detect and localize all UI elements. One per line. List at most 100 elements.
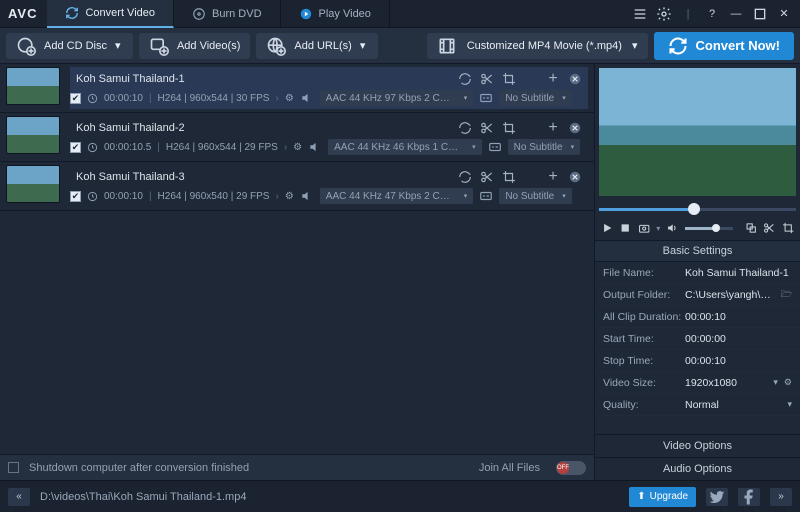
filename-value[interactable]: Koh Samui Thailand-1 xyxy=(685,267,792,279)
video-options-button[interactable]: Video Options xyxy=(595,434,800,457)
chevron-down-icon: ▾ xyxy=(571,143,575,151)
loop-icon[interactable] xyxy=(458,121,472,135)
crop-icon[interactable] xyxy=(502,170,516,184)
app-logo: AVC xyxy=(8,6,37,21)
scissors-icon[interactable] xyxy=(480,72,494,86)
effects-icon[interactable]: ⚙ xyxy=(285,191,294,202)
status-path: D:\videos\Thai\Koh Samui Thailand-1.mp4 xyxy=(40,491,246,503)
shutdown-label: Shutdown computer after conversion finis… xyxy=(29,462,249,474)
video-title: Koh Samui Thailand-2 xyxy=(76,122,185,134)
join-toggle[interactable]: OFF xyxy=(556,461,586,475)
plus-icon[interactable]: + xyxy=(546,121,560,135)
chevron-down-icon[interactable]: ▾ xyxy=(787,399,792,410)
label: Stop Time: xyxy=(603,355,685,367)
output-folder-value[interactable]: C:\Users\yangh\Videos... xyxy=(685,289,775,301)
seek-knob[interactable] xyxy=(688,203,700,215)
crop-icon[interactable] xyxy=(502,121,516,135)
subtitle-dropdown[interactable]: No Subtitle▾ xyxy=(508,139,580,155)
remove-icon[interactable] xyxy=(568,170,582,184)
plus-icon[interactable]: + xyxy=(546,72,560,86)
scissors-icon[interactable] xyxy=(763,221,775,235)
item-checkbox[interactable]: ✔ xyxy=(70,191,81,202)
plus-icon[interactable]: + xyxy=(546,170,560,184)
twitter-icon[interactable] xyxy=(706,488,728,506)
video-thumbnail[interactable] xyxy=(6,116,60,154)
toolbar: Add CD Disc ▾ Add Video(s) Add URL(s) ▾ … xyxy=(0,28,800,64)
add-urls-button[interactable]: Add URL(s) ▾ xyxy=(256,33,377,59)
stop-button[interactable] xyxy=(619,221,631,235)
video-thumbnail[interactable] xyxy=(6,67,60,105)
remove-icon[interactable] xyxy=(568,72,582,86)
stop-time-value[interactable]: 00:00:10 xyxy=(685,355,792,367)
upgrade-button[interactable]: ⬆Upgrade xyxy=(629,487,696,507)
chevron-down-icon: ▾ xyxy=(464,94,468,102)
video-item[interactable]: Koh Samui Thailand-1 + ✔ 0 xyxy=(0,64,594,113)
close-button[interactable]: ✕ xyxy=(776,6,792,22)
crop-icon[interactable] xyxy=(782,221,794,235)
crop-icon[interactable] xyxy=(502,72,516,86)
subtitle-dropdown[interactable]: No Subtitle▾ xyxy=(499,188,571,204)
maximize-button[interactable] xyxy=(752,6,768,22)
add-cd-disc-button[interactable]: Add CD Disc ▾ xyxy=(6,33,133,59)
help-icon[interactable]: ? xyxy=(704,6,720,22)
audio-options-button[interactable]: Audio Options xyxy=(595,457,800,480)
audio-track-dropdown[interactable]: AAC 44 KHz 46 Kbps 1 CH ...▾ xyxy=(328,139,482,155)
convert-now-button[interactable]: Convert Now! xyxy=(654,32,795,60)
tab-burn-dvd[interactable]: Burn DVD xyxy=(174,0,281,28)
quality-value[interactable]: Normal xyxy=(685,399,781,411)
subtitle-icon xyxy=(488,140,502,154)
effects-icon[interactable]: ⚙ xyxy=(293,142,302,153)
gear-icon[interactable] xyxy=(656,6,672,22)
video-item[interactable]: Koh Samui Thailand-2 + ✔ 0 xyxy=(0,113,594,162)
right-panel: ▾ Basic Settings File Name:Koh Samui Tha… xyxy=(595,64,800,480)
output-profile-dropdown[interactable]: Customized MP4 Movie (*.mp4) ▾ xyxy=(427,33,648,59)
menu-icon[interactable] xyxy=(632,6,648,22)
duration: 00:00:10.5 xyxy=(104,142,151,153)
status-bar: « D:\videos\Thai\Koh Samui Thailand-1.mp… xyxy=(0,480,800,512)
audio-track-dropdown[interactable]: AAC 44 KHz 47 Kbps 2 CH ...▾ xyxy=(320,188,474,204)
video-title: Koh Samui Thailand-1 xyxy=(76,73,185,85)
loop-icon[interactable] xyxy=(458,72,472,86)
scissors-icon[interactable] xyxy=(480,121,494,135)
subtitle-dropdown[interactable]: No Subtitle▾ xyxy=(499,90,571,106)
chevron-down-icon[interactable]: ▾ xyxy=(773,377,778,388)
copy-icon[interactable] xyxy=(745,221,757,235)
volume-slider[interactable] xyxy=(685,227,733,230)
video-size-value[interactable]: 1920x1080 xyxy=(685,377,767,389)
add-videos-button[interactable]: Add Video(s) xyxy=(139,33,250,59)
audio-track-dropdown[interactable]: AAC 44 KHz 97 Kbps 2 CH ...▾ xyxy=(320,90,474,106)
collapse-left-button[interactable]: « xyxy=(8,488,30,506)
folder-icon[interactable]: 🗁 xyxy=(781,287,792,303)
facebook-icon[interactable] xyxy=(738,488,760,506)
play-button[interactable] xyxy=(601,221,613,235)
speaker-icon xyxy=(300,189,314,203)
effects-icon[interactable]: ⚙ xyxy=(285,93,294,104)
shutdown-checkbox[interactable] xyxy=(8,462,19,473)
main-area: Koh Samui Thailand-1 + ✔ 0 xyxy=(0,64,800,480)
video-info: H264 | 960x540 | 29 FPS xyxy=(158,191,270,202)
scissors-icon[interactable] xyxy=(480,170,494,184)
video-thumbnail[interactable] xyxy=(6,165,60,203)
collapse-right-button[interactable]: » xyxy=(770,488,792,506)
tab-convert-video[interactable]: Convert Video xyxy=(47,0,174,28)
tab-label: Play Video xyxy=(319,8,371,20)
snapshot-button[interactable] xyxy=(638,221,650,235)
loop-icon[interactable] xyxy=(458,170,472,184)
seek-bar[interactable] xyxy=(599,202,796,216)
start-time-value[interactable]: 00:00:00 xyxy=(685,333,792,345)
item-checkbox[interactable]: ✔ xyxy=(70,142,81,153)
item-checkbox[interactable]: ✔ xyxy=(70,93,81,104)
chevron-down-icon: ▾ xyxy=(562,94,566,102)
tab-play-video[interactable]: Play Video xyxy=(281,0,390,28)
chevron-down-icon[interactable]: ▾ xyxy=(656,224,660,233)
minimize-button[interactable]: — xyxy=(728,6,744,22)
remove-icon[interactable] xyxy=(568,121,582,135)
button-label: Add CD Disc xyxy=(44,40,107,52)
video-preview[interactable] xyxy=(599,68,796,196)
gear-icon[interactable]: ⚙ xyxy=(784,377,792,388)
profile-label: Customized MP4 Movie (*.mp4) xyxy=(467,40,622,52)
video-item[interactable]: Koh Samui Thailand-3 + ✔ 0 xyxy=(0,162,594,211)
volume-icon[interactable] xyxy=(666,221,678,235)
label: Output Folder: xyxy=(603,289,685,301)
main-tabs: Convert Video Burn DVD Play Video xyxy=(47,0,389,28)
